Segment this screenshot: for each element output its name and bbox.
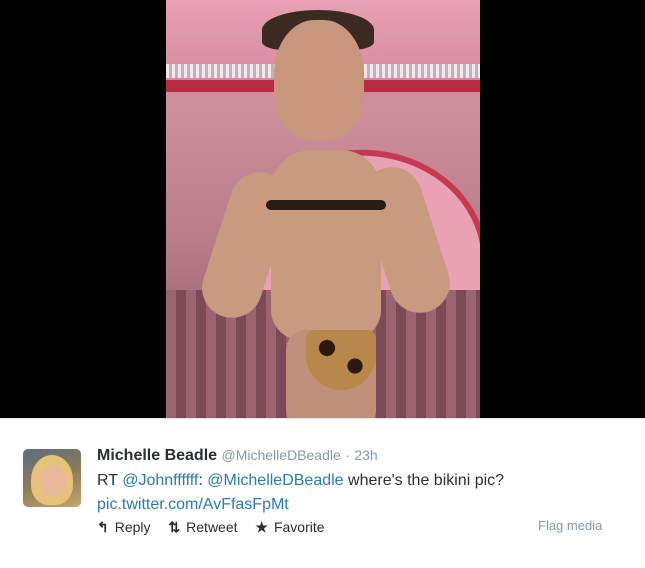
avatar-face xyxy=(40,465,66,497)
figure-head xyxy=(274,20,364,140)
rt-prefix: RT xyxy=(97,472,123,489)
retweet-icon: ⇅ xyxy=(168,519,181,535)
avatar[interactable] xyxy=(23,449,81,507)
favorite-button[interactable]: ★ Favorite xyxy=(255,519,324,536)
figure-bikini-top xyxy=(266,200,386,210)
figure-torso xyxy=(271,150,381,340)
star-icon: ★ xyxy=(255,519,268,535)
mention-link[interactable]: @Johnffffff xyxy=(122,472,198,489)
media-link[interactable]: pic.twitter.com/AvFfasFpMt xyxy=(97,496,289,513)
tweet-actions: ↰ Reply ⇅ Retweet ★ Favorite xyxy=(97,519,339,536)
colon-text: : xyxy=(198,472,208,489)
separator-dot: · xyxy=(345,447,350,463)
reply-button[interactable]: ↰ Reply xyxy=(97,519,151,536)
tweet-body-text: where's the bikini pic? xyxy=(343,472,505,489)
retweet-button[interactable]: ⇅ Retweet xyxy=(168,519,237,536)
retweet-label: Retweet xyxy=(186,519,238,535)
favorite-label: Favorite xyxy=(273,519,325,535)
reply-label: Reply xyxy=(114,519,151,535)
author-username[interactable]: @MichelleDBeadle xyxy=(222,447,341,463)
flag-media-link[interactable]: Flag media xyxy=(538,518,602,533)
tweet-text: RT @Johnffffff: @MichelleDBeadle where's… xyxy=(97,469,617,517)
tweet-photo[interactable] xyxy=(166,0,480,418)
media-viewer xyxy=(0,0,645,418)
author-fullname[interactable]: Michelle Beadle xyxy=(97,447,217,464)
tweet-timestamp[interactable]: 23h xyxy=(354,447,377,463)
tweet-header: Michelle Beadle @MichelleDBeadle · 23h xyxy=(97,447,378,465)
tweet-card: Michelle Beadle @MichelleDBeadle · 23h R… xyxy=(0,418,645,568)
reply-icon: ↰ xyxy=(97,519,109,535)
mention-link[interactable]: @MichelleDBeadle xyxy=(207,472,343,489)
